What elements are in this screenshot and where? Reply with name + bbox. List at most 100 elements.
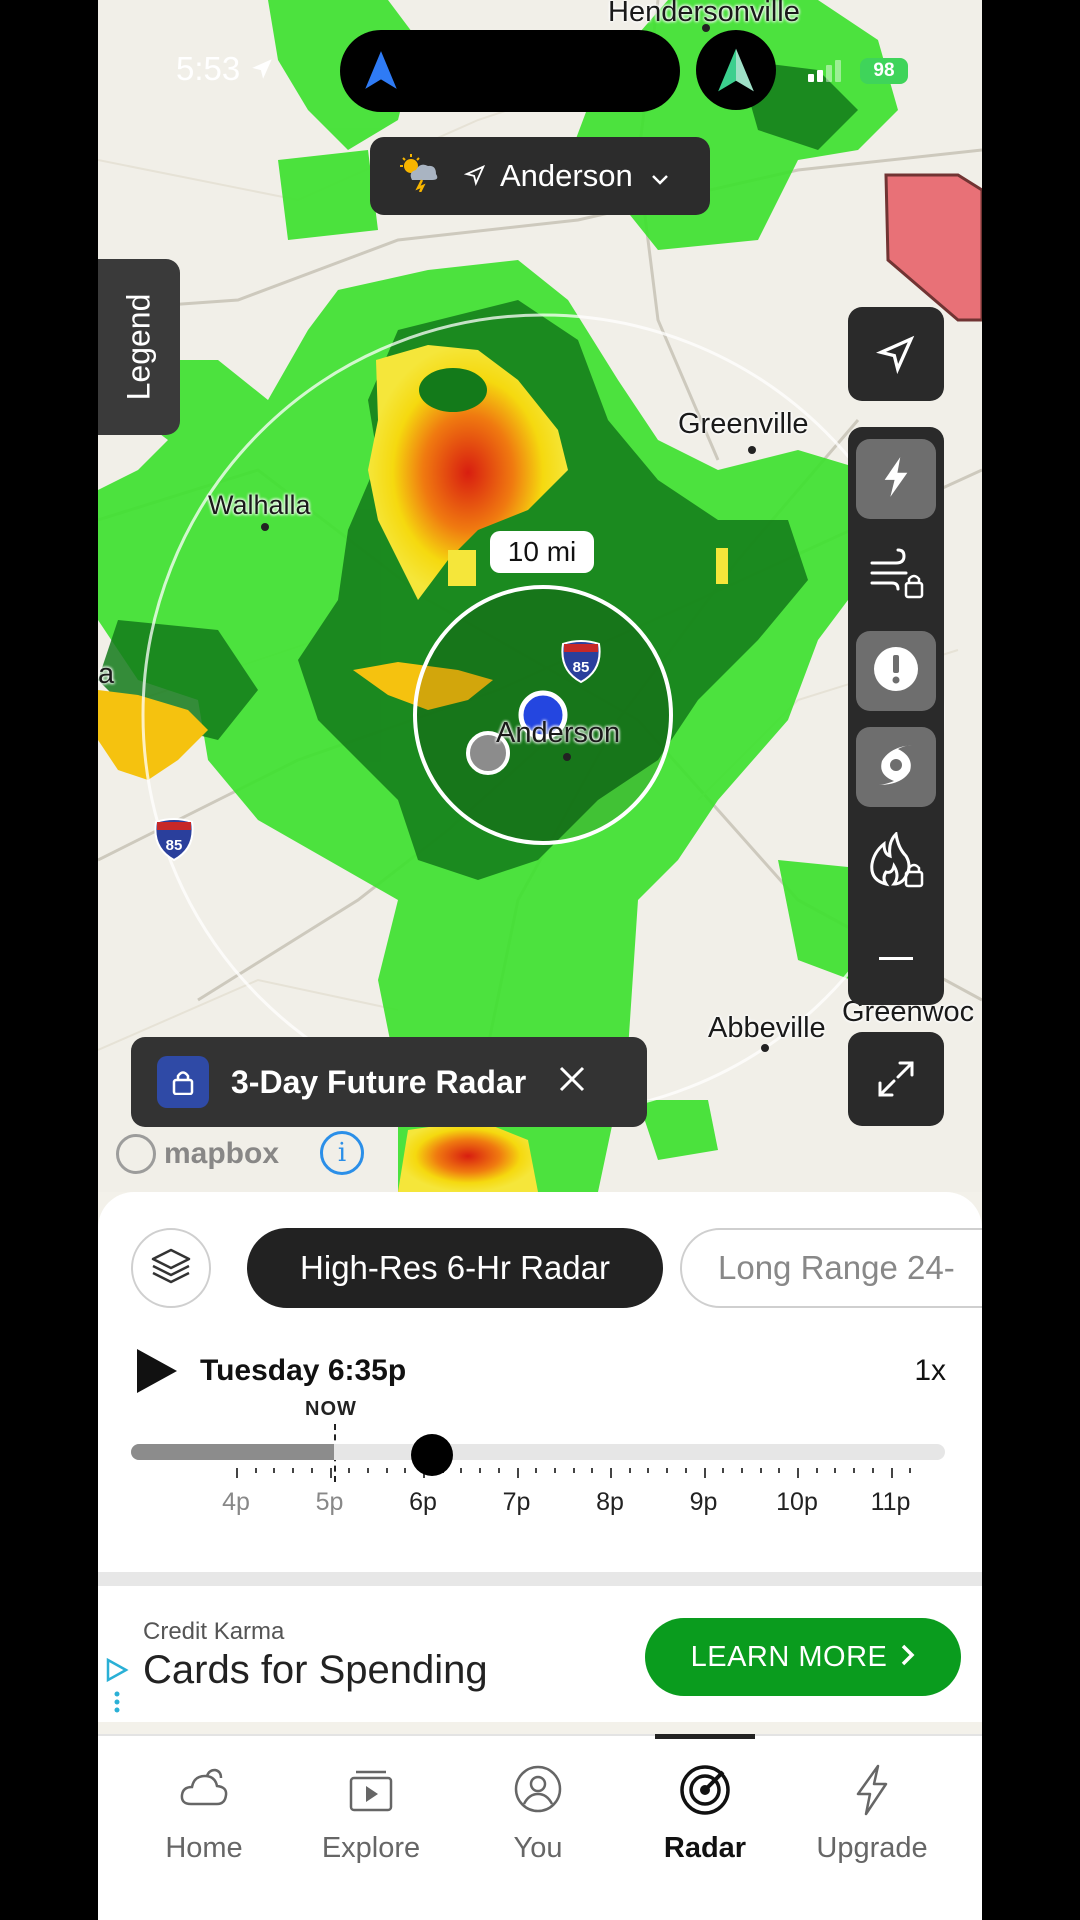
- future-radar-banner[interactable]: 3-Day Future Radar: [131, 1037, 647, 1127]
- timeline-tick-mark: [778, 1468, 781, 1473]
- hurricane-layer-button[interactable]: [856, 727, 936, 807]
- ad-banner[interactable]: Credit Karma Cards for Spending LEARN MO…: [98, 1586, 982, 1722]
- minus-icon: [879, 950, 913, 968]
- timeline-past-fill: [131, 1444, 334, 1460]
- timeline-tick-mark: [497, 1468, 500, 1473]
- lightning-layer-button[interactable]: [856, 439, 936, 519]
- expand-icon: [876, 1059, 916, 1104]
- timeline-tick-mark: [703, 1468, 706, 1478]
- tab-upgrade[interactable]: Upgrade: [788, 1736, 956, 1896]
- timeline-tick-mark: [834, 1468, 837, 1473]
- timeline-tick-label: 9p: [689, 1488, 718, 1516]
- timeline-handle[interactable]: [411, 1434, 454, 1476]
- timeline-tick-mark: [254, 1468, 257, 1473]
- timeline-tick-mark: [460, 1468, 463, 1473]
- timeline-timestamp: Tuesday 6:35p: [200, 1354, 407, 1387]
- tab-long-range-radar[interactable]: Long Range 24-: [680, 1228, 982, 1308]
- lock-icon: [157, 1056, 209, 1108]
- location-arrow-icon: [463, 158, 486, 194]
- status-time: 5:53: [176, 50, 275, 90]
- timeline-tick-label: 4p: [222, 1488, 250, 1516]
- tab-radar[interactable]: Radar: [621, 1736, 789, 1896]
- timeline-tick-mark: [310, 1468, 313, 1473]
- tab-home[interactable]: Home: [120, 1736, 288, 1896]
- timeline-tick-label: 7p: [502, 1488, 531, 1516]
- location-selector[interactable]: Anderson: [370, 137, 710, 215]
- chevron-down-icon: [651, 158, 669, 194]
- battery-icon: 98: [860, 58, 908, 84]
- timeline-tick-mark: [591, 1468, 594, 1473]
- map-layer-toolbar: [848, 427, 944, 1005]
- layers-icon: [149, 1244, 193, 1293]
- play-button[interactable]: [135, 1347, 179, 1400]
- fullscreen-button[interactable]: [848, 1032, 944, 1126]
- map-label-hendersonville: Hendersonville: [608, 0, 800, 28]
- legend-tab[interactable]: Legend: [98, 259, 180, 435]
- svg-text:85: 85: [573, 659, 590, 676]
- wind-lock-icon: [866, 545, 926, 606]
- info-icon[interactable]: i: [320, 1131, 364, 1175]
- locate-me-button[interactable]: [848, 307, 944, 401]
- app-compass-icon: [696, 30, 776, 110]
- map-label-edge: a: [98, 658, 115, 690]
- dynamic-island: [340, 30, 680, 112]
- timeline-slider[interactable]: [131, 1444, 945, 1460]
- close-icon[interactable]: [558, 1064, 586, 1101]
- timeline-tick-mark: [385, 1468, 388, 1473]
- collapse-toolbar-button[interactable]: [856, 919, 936, 999]
- location-arrow-icon: [249, 52, 275, 90]
- navigation-arrow-icon: [362, 48, 400, 97]
- navigation-arrow-icon: [875, 334, 916, 379]
- video-icon: [346, 1764, 396, 1819]
- layers-button[interactable]: [131, 1228, 211, 1308]
- timeline-tick-label: 10p: [776, 1488, 818, 1516]
- timeline-tick-label: 8p: [596, 1488, 624, 1516]
- timeline-tick-mark: [479, 1468, 482, 1473]
- timeline-tick-mark: [553, 1468, 556, 1473]
- mapbox-logo-icon: [116, 1134, 156, 1174]
- timeline-tick-mark: [516, 1468, 519, 1478]
- timeline-tick-mark: [647, 1468, 650, 1473]
- cloud-icon: [179, 1764, 229, 1819]
- interstate-shield-icon: 85: [559, 640, 603, 684]
- chevron-right-icon: [901, 1641, 915, 1674]
- map-label-abbeville: Abbeville: [708, 1012, 826, 1044]
- timeline-tick-mark: [909, 1468, 912, 1473]
- section-divider: [98, 1572, 982, 1586]
- timeline-tick-mark: [292, 1468, 295, 1473]
- timeline-tick-mark: [740, 1468, 743, 1473]
- learn-more-button[interactable]: LEARN MORE: [645, 1618, 961, 1696]
- timeline-tick-mark: [329, 1468, 332, 1478]
- radar-icon: [679, 1764, 731, 1821]
- timeline-tick-mark: [404, 1468, 407, 1473]
- timeline-tick-mark: [722, 1468, 725, 1473]
- alert-icon: [872, 645, 920, 698]
- tab-you[interactable]: You: [454, 1736, 622, 1896]
- fire-lock-icon: [866, 830, 926, 895]
- alerts-layer-button[interactable]: [856, 631, 936, 711]
- timeline-tick-label: 6p: [409, 1488, 437, 1516]
- tab-explore[interactable]: Explore: [287, 1736, 455, 1896]
- interstate-shield-icon: 85: [152, 818, 196, 862]
- timeline-tick-mark: [628, 1468, 631, 1473]
- timeline-tick-mark: [572, 1468, 575, 1473]
- timeline-tick-mark: [236, 1468, 238, 1478]
- timeline-tick-mark: [666, 1468, 669, 1473]
- map-label-greenville: Greenville: [678, 408, 809, 440]
- adchoices-icon[interactable]: [104, 1656, 130, 1721]
- bolt-icon: [852, 1764, 892, 1821]
- timeline-tick-mark: [797, 1468, 799, 1478]
- now-marker-label: NOW: [305, 1398, 357, 1420]
- mapbox-attribution[interactable]: mapbox: [116, 1134, 279, 1174]
- timeline-tick-mark: [273, 1468, 276, 1473]
- lightning-icon: [879, 455, 913, 504]
- timeline-tick-mark: [759, 1468, 762, 1473]
- playback-speed-button[interactable]: 1x: [914, 1354, 946, 1388]
- fire-layer-button[interactable]: [856, 823, 936, 903]
- bottom-tab-bar: Home Explore You Radar Upgrade: [98, 1734, 982, 1920]
- timeline-tick-mark: [348, 1468, 351, 1473]
- wind-layer-button[interactable]: [856, 535, 936, 615]
- timeline-tick-mark: [815, 1468, 818, 1473]
- timeline-tick-mark: [366, 1468, 369, 1473]
- tab-high-res-radar[interactable]: High-Res 6-Hr Radar: [247, 1228, 663, 1308]
